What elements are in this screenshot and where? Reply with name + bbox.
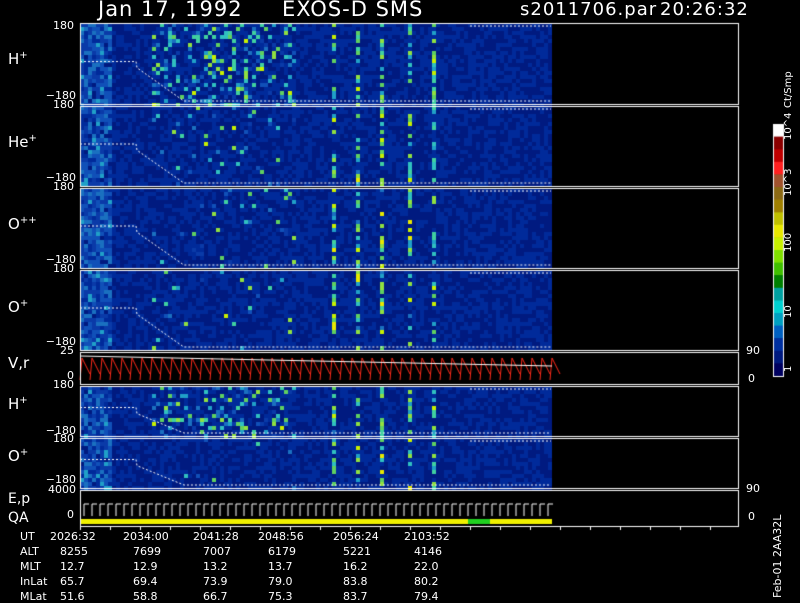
ephem-cell: 5221 [343, 545, 371, 558]
ephem-cell: 79.4 [414, 590, 439, 603]
version-stamp: Feb-01 2AA32L [771, 514, 784, 598]
colorbar-title: Ct/Smp [783, 71, 794, 108]
ephem-cell: 13.2 [203, 560, 228, 573]
panel-label-h-plus-2: H+ [8, 395, 28, 413]
colorbar-tick-10: 10 [783, 305, 794, 318]
file-time: 20:26:32 [660, 0, 749, 20]
ephem-row-label: InLat [20, 575, 48, 588]
panel-label-o-plus-2: O+ [8, 447, 29, 465]
panel-label-he-plus: He+ [8, 133, 37, 151]
ephem-row-label: UT [20, 530, 35, 543]
ephem-cell: 66.7 [203, 590, 228, 603]
colorbar-tick-1e3: 10^3 [783, 168, 794, 196]
ephem-cell: 79.0 [268, 575, 293, 588]
panel-label-vr: V,r [8, 354, 30, 372]
ephem-cell: 6179 [268, 545, 296, 558]
ephem-cell: 2056:24 [333, 530, 379, 543]
ephem-cell: 73.9 [203, 575, 228, 588]
tick-opp-top: 180 [53, 180, 74, 193]
tick-ep-bottom: 0 [67, 508, 74, 521]
right-tick-vr-bottom: 0 [748, 372, 755, 385]
right-tick-ep-bottom: 0 [748, 510, 755, 523]
tick-h-top: 180 [53, 19, 74, 32]
tick-o2-top: 180 [53, 432, 74, 445]
ephem-cell: 69.4 [133, 575, 158, 588]
ephem-cell: 2103:52 [404, 530, 450, 543]
right-tick-o2-top: 90 [746, 482, 760, 495]
panel-label-o-plusplus: O++ [8, 215, 37, 233]
colorbar-tick-1: 1 [783, 365, 794, 372]
spectrogram-canvas [0, 0, 800, 600]
ephem-cell: 22.0 [414, 560, 439, 573]
ephem-cell: 4146 [414, 545, 442, 558]
ephem-cell: 8255 [60, 545, 88, 558]
ephem-row-label: ALT [20, 545, 39, 558]
plot-date: Jan 17, 1992 [98, 0, 243, 21]
ephem-cell: 2034:00 [123, 530, 169, 543]
ephem-cell: 83.8 [343, 575, 368, 588]
tick-ep-top: 4000 [48, 483, 76, 496]
ephem-cell: 7699 [133, 545, 161, 558]
ephem-cell: 80.2 [414, 575, 439, 588]
colorbar-tick-1e4: 10^4 [783, 112, 794, 140]
ephem-row-label: MLat [20, 590, 47, 603]
colorbar-tick-100: 100 [783, 232, 794, 252]
ephem-row-label: MLT [20, 560, 41, 573]
ephem-cell: 2026:32 [50, 530, 96, 543]
ephem-cell: 83.7 [343, 590, 368, 603]
ephem-cell: 51.6 [60, 590, 85, 603]
tick-o-top: 180 [53, 262, 74, 275]
ephem-cell: 65.7 [60, 575, 85, 588]
panel-label-ep: E,p [8, 491, 31, 507]
ephem-cell: 13.7 [268, 560, 293, 573]
panel-label-qa: QA [8, 510, 29, 526]
panel-label-o-plus: O+ [8, 298, 29, 316]
tick-vr-top: 25 [60, 344, 74, 357]
instrument-name: EXOS-D SMS [282, 0, 424, 21]
ephem-cell: 2048:56 [258, 530, 304, 543]
ephem-cell: 75.3 [268, 590, 293, 603]
ephem-cell: 58.8 [133, 590, 158, 603]
tick-h2-top: 180 [53, 378, 74, 391]
tick-he-top: 180 [53, 98, 74, 111]
panel-label-h-plus: H+ [8, 50, 28, 68]
ephem-cell: 12.9 [133, 560, 158, 573]
ephem-cell: 2041:28 [193, 530, 239, 543]
ephem-cell: 7007 [203, 545, 231, 558]
ephem-cell: 16.2 [343, 560, 368, 573]
ephem-cell: 12.7 [60, 560, 85, 573]
right-tick-vr-top: 90 [746, 344, 760, 357]
file-name: s2011706.par [520, 0, 658, 20]
